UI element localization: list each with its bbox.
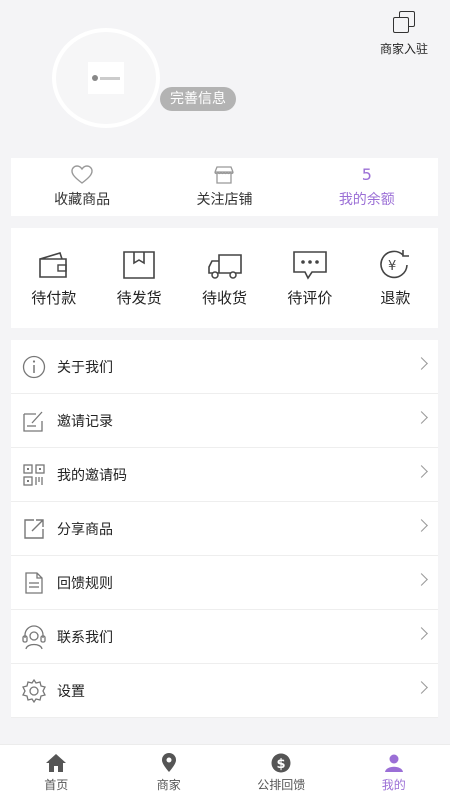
menu-item-my-invite-code[interactable]: 我的邀请码 [11, 448, 438, 502]
order-pending-review-label: 待评价 [287, 288, 333, 307]
tab-home-label: 首页 [44, 777, 69, 792]
chevron-right-icon [415, 357, 428, 370]
chevron-right-icon [415, 627, 428, 640]
menu-item-feedback-rules[interactable]: 回馈规则 [11, 556, 438, 610]
refund-icon: ¥ [380, 249, 410, 278]
dollar-icon: $ [271, 753, 291, 772]
balance-value: 5 [361, 165, 372, 184]
menu-item-label: 邀请记录 [57, 413, 113, 430]
home-icon [46, 753, 67, 772]
avatar-logo-icon [88, 62, 124, 94]
truck-icon [207, 253, 242, 279]
tab-mine[interactable]: 我的 [338, 745, 450, 800]
order-pending-review[interactable]: 待评价 [267, 249, 352, 308]
info-icon [21, 354, 47, 380]
tab-mine-label: 我的 [381, 777, 406, 792]
order-refund[interactable]: ¥ 退款 [353, 249, 438, 308]
bottom-tab-bar: 首页 商家 $ 公排回馈 我的 [0, 744, 450, 800]
box-icon [123, 250, 155, 279]
person-icon [384, 754, 403, 772]
merchant-entry-label: 商家入驻 [379, 42, 428, 56]
shop-icon [214, 166, 235, 184]
chevron-right-icon [415, 573, 428, 586]
stat-balance[interactable]: 5 我的余额 [296, 158, 438, 216]
menu-item-label: 设置 [57, 683, 85, 700]
heart-icon [71, 165, 93, 184]
stat-favorites[interactable]: 收藏商品 [11, 158, 153, 216]
stats-bar: 收藏商品 关注店铺 5 我的余额 [11, 158, 438, 216]
wallet-icon [38, 251, 67, 278]
headset-icon [21, 624, 47, 650]
tab-feedback[interactable]: $ 公排回馈 [225, 745, 338, 800]
comment-icon [293, 250, 327, 280]
tab-feedback-label: 公排回馈 [257, 777, 306, 792]
share-icon [21, 516, 47, 542]
menu-item-settings[interactable]: 设置 [11, 664, 438, 718]
svg-text:¥: ¥ [388, 259, 396, 274]
menu-list: 关于我们 邀请记录 我的邀请码 分享商品 回馈规则 联系我们 设置 [11, 340, 438, 718]
order-refund-label: 退款 [380, 288, 411, 307]
complete-info-button[interactable]: 完善信息 [160, 87, 236, 111]
stat-followed-shops[interactable]: 关注店铺 [153, 158, 295, 216]
chevron-right-icon [415, 411, 428, 424]
menu-item-invite-records[interactable]: 邀请记录 [11, 394, 438, 448]
edit-record-icon [21, 408, 47, 434]
order-pending-receipt[interactable]: 待收货 [182, 249, 267, 308]
tab-merchants[interactable]: 商家 [113, 745, 226, 800]
menu-item-label: 回馈规则 [57, 575, 113, 592]
chevron-right-icon [415, 465, 428, 478]
order-pending-shipment[interactable]: 待发货 [96, 249, 181, 308]
order-pending-payment-label: 待付款 [31, 288, 77, 307]
document-icon [21, 570, 47, 596]
merchant-entry-button[interactable]: 商家入驻 [380, 10, 428, 57]
tab-home[interactable]: 首页 [0, 745, 113, 800]
stat-followed-shops-label: 关注店铺 [196, 192, 253, 208]
chevron-right-icon [415, 519, 428, 532]
order-status-panel: 待付款 待发货 待收货 待评价 ¥ 退款 [11, 228, 438, 328]
menu-item-about[interactable]: 关于我们 [11, 340, 438, 394]
menu-item-label: 我的邀请码 [57, 467, 127, 484]
qrcode-icon [21, 462, 47, 488]
stat-favorites-label: 收藏商品 [54, 192, 111, 208]
profile-header: 商家入驻 完善信息 [0, 0, 450, 150]
order-pending-payment[interactable]: 待付款 [11, 249, 96, 308]
menu-item-label: 分享商品 [57, 521, 113, 538]
menu-item-label: 联系我们 [57, 629, 113, 646]
location-pin-icon [161, 752, 176, 772]
tab-merchants-label: 商家 [156, 777, 181, 792]
chevron-right-icon [415, 681, 428, 694]
order-pending-shipment-label: 待发货 [116, 288, 162, 307]
copy-icon [392, 10, 416, 34]
gear-icon [21, 678, 47, 704]
menu-item-share-product[interactable]: 分享商品 [11, 502, 438, 556]
menu-item-label: 关于我们 [57, 359, 113, 376]
stat-balance-label: 我的余额 [338, 192, 395, 208]
order-pending-receipt-label: 待收货 [202, 288, 248, 307]
menu-item-contact-us[interactable]: 联系我们 [11, 610, 438, 664]
svg-text:$: $ [277, 757, 286, 772]
